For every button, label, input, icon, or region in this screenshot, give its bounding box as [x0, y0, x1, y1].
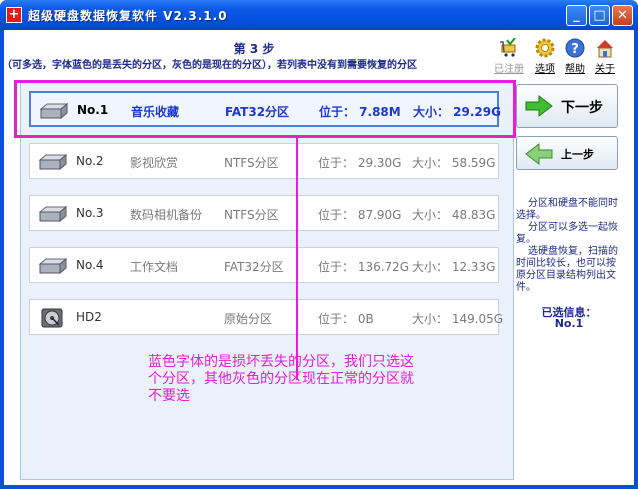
disk-type: 原始分区	[224, 312, 273, 326]
annotation-text: 蓝色字体的是损坏丢失的分区，我们只选这个分区，其他灰色的分区现在正常的分区就不要…	[148, 354, 414, 404]
toolbar-about-label: 关于	[595, 64, 615, 75]
physical-disk-icon	[41, 308, 63, 328]
gear-icon	[535, 38, 555, 58]
toolbar-options-label: 选项	[535, 64, 555, 75]
next-step-label: 下一步	[561, 100, 603, 116]
partition-row-4[interactable]: No.4 工作文档 FAT32分区 位于： 136.72G 大小： 12.33G	[29, 247, 499, 283]
partition-position: 位于： 29.30G	[318, 156, 402, 170]
minimize-button[interactable]: _	[566, 5, 587, 26]
partition-name: 工作文档	[130, 260, 179, 274]
partition-name: 影视欣赏	[130, 156, 179, 170]
partition-filesystem: NTFS分区	[224, 156, 279, 170]
hard-disk-icon	[38, 257, 68, 275]
arrow-left-icon	[525, 143, 553, 165]
partition-name: 数码相机备份	[130, 208, 203, 222]
main-client-area: 第 3 步 （可多选，字体蓝色的是丢失的分区，灰色的是现在的分区），若列表中没有…	[2, 30, 634, 485]
partition-filesystem: NTFS分区	[224, 208, 279, 222]
partition-size: 大小： 12.33G	[412, 260, 496, 274]
toolbar-help-label: 帮助	[565, 64, 585, 75]
disk-row-hd2[interactable]: HD2 原始分区 位于： 0B 大小： 149.05G	[29, 299, 503, 335]
hard-disk-icon	[38, 153, 68, 171]
next-step-button[interactable]: 下一步	[516, 84, 618, 128]
side-notes: 分区和硬盘不能同时选择。 分区可以多选一起恢复。 选硬盘恢复，扫描的时间比较长，…	[516, 198, 622, 294]
app-window: + 超级硬盘数据恢复软件 V2.3.1.0 _ □ ✕ 第 3 步 （可多选，字…	[0, 0, 638, 489]
side-note-1: 分区和硬盘不能同时选择。	[516, 198, 618, 221]
selected-info-value: No.1	[554, 317, 584, 330]
maximize-button[interactable]: □	[589, 5, 610, 26]
partition-row-2[interactable]: No.2 影视欣赏 NTFS分区 位于： 29.30G 大小： 58.59G	[29, 143, 499, 179]
step-title: 第 3 步	[233, 42, 275, 56]
partition-size: 大小： 48.83G	[412, 208, 496, 222]
partition-size: 大小： 58.59G	[412, 156, 496, 170]
title-bar[interactable]: + 超级硬盘数据恢复软件 V2.3.1.0 _ □ ✕	[0, 0, 638, 30]
close-button[interactable]: ✕	[612, 5, 633, 26]
toolbar-help[interactable]: ? 帮助	[560, 38, 590, 75]
partition-number: No.2	[76, 154, 104, 168]
toolbar-about[interactable]: 关于	[590, 38, 620, 75]
partition-list[interactable]: No.1 音乐收藏 FAT32分区 位于： 7.88M 大小： 29.29G N…	[20, 80, 514, 480]
partition-row-3[interactable]: No.3 数码相机备份 NTFS分区 位于： 87.90G 大小： 48.83G	[29, 195, 499, 231]
partition-number: No.4	[76, 258, 104, 272]
disk-size: 大小： 149.05G	[412, 312, 504, 326]
toolbar-registered: 已注册	[494, 38, 524, 75]
instruction-hint: （可多选，字体蓝色的是丢失的分区，灰色的是现在的分区），若列表中没有到需要恢复的…	[2, 60, 417, 71]
svg-text:?: ?	[571, 42, 579, 57]
disk-position: 位于： 0B	[318, 312, 374, 326]
annotation-highlight-box	[14, 80, 516, 138]
cart-icon	[500, 38, 516, 57]
help-icon: ?	[565, 38, 585, 58]
app-icon: +	[6, 7, 22, 23]
hard-disk-icon	[38, 205, 68, 223]
toolbar-options[interactable]: 选项	[530, 38, 560, 75]
disk-number: HD2	[76, 310, 102, 324]
window-title: 超级硬盘数据恢复软件 V2.3.1.0	[28, 9, 228, 23]
prev-step-label: 上一步	[561, 148, 594, 161]
home-icon	[597, 40, 613, 58]
partition-position: 位于： 136.72G	[318, 260, 410, 274]
partition-number: No.3	[76, 206, 104, 220]
side-note-3: 选硬盘恢复，扫描的时间比较长，也可以按原分区目录结构列出文件。	[516, 246, 618, 293]
side-note-2: 分区可以多选一起恢复。	[516, 222, 618, 245]
partition-filesystem: FAT32分区	[224, 260, 284, 274]
annotation-pointer-line	[296, 138, 298, 380]
arrow-right-icon	[525, 95, 553, 117]
partition-position: 位于： 87.90G	[318, 208, 402, 222]
prev-step-button[interactable]: 上一步	[516, 136, 618, 170]
toolbar-registered-label: 已注册	[494, 64, 524, 75]
